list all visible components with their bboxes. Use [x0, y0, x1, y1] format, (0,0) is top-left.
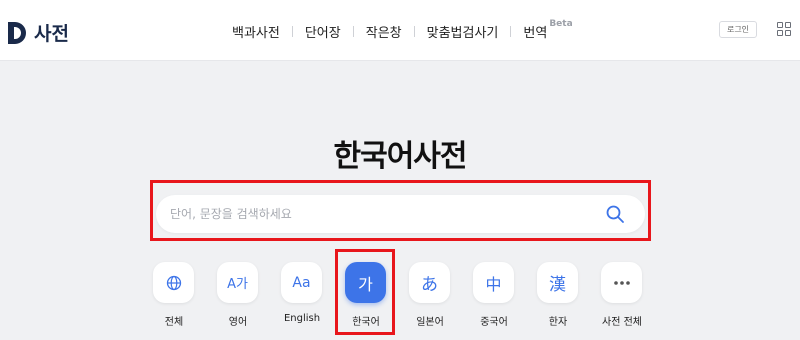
hanja-glyph: 漢: [549, 275, 566, 295]
nav-item-translate-label: 번역: [523, 26, 548, 41]
hanja-icon[interactable]: 漢: [537, 262, 578, 303]
category-chinese[interactable]: 中 중국어: [464, 262, 524, 328]
grid-icon[interactable]: [777, 22, 791, 36]
beta-badge: Beta: [549, 19, 573, 29]
category-highlight-box: [335, 249, 395, 335]
top-nav: 백과사전 단어장 작은창 맞춤법검사기 번역 Beta: [232, 19, 573, 41]
chinese-glyph: 中: [485, 274, 502, 294]
top-header: 사전 백과사전 단어장 작은창 맞춤법검사기 번역 Beta 로그인: [0, 0, 800, 61]
category-english[interactable]: A가 영어: [208, 262, 268, 328]
page-title: 한국어사전: [333, 139, 468, 174]
category-label: 일본어: [416, 317, 444, 328]
nav-item-translate[interactable]: 번역 Beta: [523, 19, 572, 41]
category-label: 영어: [228, 317, 248, 328]
logo-text: 사전: [34, 23, 69, 45]
nav-divider: [510, 26, 512, 37]
d-logo-icon: [8, 21, 26, 44]
search-icon[interactable]: [605, 204, 625, 224]
nav-item-encyclopedia[interactable]: 백과사전: [232, 22, 280, 41]
category-label: 사전 전체: [602, 317, 642, 328]
category-all-dictionaries[interactable]: 사전 전체: [592, 262, 652, 328]
category-hanja[interactable]: 漢 한자: [528, 262, 588, 328]
category-label: English: [283, 313, 321, 324]
nav-item-spell-checker[interactable]: 맞춤법검사기: [427, 22, 499, 41]
english-glyph: A가: [227, 277, 248, 292]
category-japanese[interactable]: あ 일본어: [400, 262, 460, 328]
english-english-icon[interactable]: Aa: [281, 262, 322, 303]
english-english-glyph: Aa: [292, 274, 311, 291]
nav-item-mini-window[interactable]: 작은창: [366, 22, 402, 41]
nav-divider: [291, 26, 293, 37]
more-icon[interactable]: [601, 262, 642, 303]
search-input[interactable]: [170, 195, 600, 233]
globe-icon[interactable]: [153, 262, 194, 303]
category-english-english[interactable]: Aa English: [272, 262, 332, 328]
category-all[interactable]: 전체: [144, 262, 204, 328]
search-bar[interactable]: [156, 195, 645, 233]
japanese-icon[interactable]: あ: [409, 262, 450, 303]
category-label: 중국어: [480, 317, 508, 328]
nav-divider: [352, 26, 354, 37]
chinese-icon[interactable]: 中: [473, 262, 514, 303]
japanese-glyph: あ: [421, 275, 438, 295]
login-button[interactable]: 로그인: [719, 21, 757, 38]
daum-dictionary-logo[interactable]: 사전: [8, 19, 69, 46]
english-icon[interactable]: A가: [217, 262, 258, 303]
category-label: 전체: [164, 317, 184, 328]
category-label: 한자: [548, 317, 568, 328]
nav-item-wordbook[interactable]: 단어장: [305, 22, 341, 41]
nav-divider: [413, 26, 415, 37]
